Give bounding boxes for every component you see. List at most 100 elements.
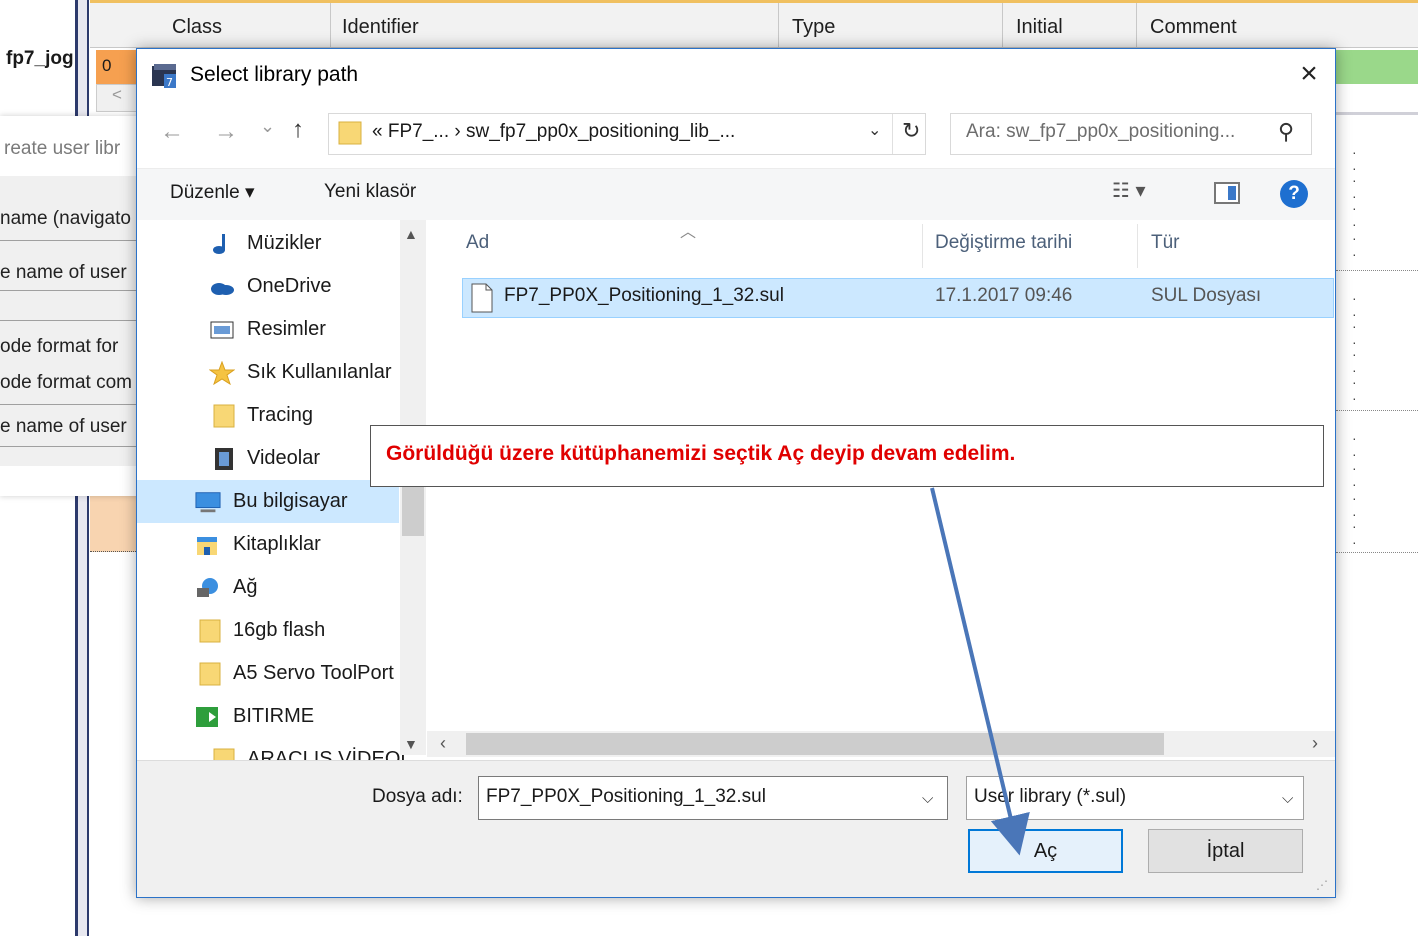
folder-icon <box>199 662 221 686</box>
background-green-cell <box>1334 50 1418 84</box>
scroll-right-icon[interactable]: › <box>1312 733 1318 754</box>
address-breadcrumb[interactable]: « FP7_... › sw_fp7_pp0x_positioning_lib_… <box>372 121 735 143</box>
filename-label: Dosya adı: <box>372 786 463 807</box>
nav-item-onedrive[interactable]: OneDrive <box>137 265 399 308</box>
nav-item-16gb-flash[interactable]: 16gb flash <box>137 609 399 652</box>
nav-item-label: Videolar <box>247 447 321 469</box>
scroll-left-icon[interactable]: ‹ <box>440 733 446 754</box>
recent-locations-button[interactable]: ⌄ <box>260 116 275 137</box>
nav-item-libraries[interactable]: Kitaplıklar <box>137 523 399 566</box>
view-options-icon[interactable]: ☷ ▾ <box>1112 178 1146 203</box>
nav-item-label: Sık Kullanılanlar <box>247 361 392 383</box>
close-button[interactable]: × <box>1292 58 1326 92</box>
nav-item-label: OneDrive <box>247 275 332 297</box>
column-header-type[interactable]: Type <box>792 16 835 39</box>
nav-item-label: Tracing <box>247 404 313 426</box>
background-row-number: 0 <box>96 50 138 84</box>
nav-item-a5-servo[interactable]: A5 Servo ToolPort <box>137 652 399 695</box>
up-button[interactable]: ↑ <box>292 116 304 144</box>
preview-pane-icon[interactable] <box>1214 182 1240 204</box>
background-dotted-rule <box>1336 410 1418 411</box>
search-placeholder: Ara: sw_fp7_pp0x_positioning... <box>966 121 1236 142</box>
create-divider <box>0 320 140 321</box>
nav-item-network[interactable]: Ağ <box>137 566 399 609</box>
column-separator[interactable] <box>1137 224 1138 268</box>
nav-item-label: Müzikler <box>247 232 322 254</box>
background-dots: · · <box>1352 230 1379 262</box>
nav-item-label: ARAÇLIS VİDEOL <box>247 748 412 760</box>
background-scroll-left-button[interactable]: < <box>96 84 138 112</box>
annotation-text: Görüldüğü üzere kütüphanemizi seçtik Aç … <box>386 442 1016 465</box>
column-header-type[interactable]: Tür <box>1151 232 1180 254</box>
filename-value[interactable]: FP7_PP0X_Positioning_1_32.sul <box>486 786 766 808</box>
sort-ascending-icon: ︿ <box>680 224 697 241</box>
create-field-label: ode format com <box>0 372 132 393</box>
column-header-class[interactable]: Class <box>172 16 222 39</box>
scroll-down-icon[interactable]: ▼ <box>404 736 418 752</box>
column-separator <box>778 3 779 48</box>
background-dots: · · <box>1352 200 1379 232</box>
address-divider <box>892 114 893 154</box>
nav-item-label: 16gb flash <box>233 619 326 641</box>
create-field-label: e name of user <box>0 416 127 437</box>
chevron-down-icon[interactable]: ⌵ <box>1282 790 1293 807</box>
column-header-name[interactable]: Ad <box>466 232 489 254</box>
nav-item-pictures[interactable]: Resimler <box>137 308 399 351</box>
cloud-icon <box>211 283 234 295</box>
dialog-title: Select library path <box>190 63 359 86</box>
nav-item-favorites[interactable]: Sık Kullanılanlar <box>137 351 399 394</box>
back-button[interactable]: ← <box>160 118 184 146</box>
nav-item-music[interactable]: Müzikler <box>137 222 399 265</box>
background-dotted-rule <box>1336 552 1418 553</box>
folder-icon <box>213 748 235 760</box>
file-list-scroll-thumb[interactable] <box>466 733 1164 755</box>
column-header-modified[interactable]: Değiştirme tarihi <box>935 232 1072 254</box>
create-divider <box>0 404 140 405</box>
chevron-down-icon[interactable]: ⌄ <box>868 120 881 140</box>
computer-icon <box>195 492 221 513</box>
column-header-identifier[interactable]: Identifier <box>342 16 419 39</box>
forward-button[interactable]: → <box>214 118 238 146</box>
new-folder-button[interactable]: Yeni klasör <box>324 181 416 203</box>
scroll-up-icon[interactable]: ▲ <box>404 226 418 242</box>
file-type: SUL Dosyası <box>1151 285 1262 306</box>
app-icon: 7 <box>152 64 176 89</box>
create-divider <box>0 290 140 291</box>
music-icon <box>213 234 225 254</box>
nav-item-araclis[interactable]: ARAÇLIS VİDEOL <box>137 738 412 760</box>
nav-item-label: A5 Servo ToolPort <box>233 662 394 684</box>
open-button[interactable]: Aç <box>968 829 1123 873</box>
file-icon <box>471 283 493 313</box>
cancel-button[interactable]: İptal <box>1148 829 1303 873</box>
svg-text:7: 7 <box>166 76 173 89</box>
column-header-comment[interactable]: Comment <box>1150 16 1237 39</box>
resize-grip-icon[interactable]: ⋰ <box>1316 878 1328 892</box>
chevron-down-icon[interactable]: ⌵ <box>922 790 933 807</box>
star-icon <box>209 361 235 385</box>
nav-item-tracing[interactable]: Tracing <box>137 394 399 437</box>
refresh-icon[interactable]: ↻ <box>902 118 920 144</box>
nav-item-label: Bu bilgisayar <box>233 490 348 512</box>
search-icon[interactable]: ⚲ <box>1278 119 1294 145</box>
create-field-label: name (navigato <box>0 208 131 229</box>
filetype-value[interactable]: User library (*.sul) <box>974 786 1126 808</box>
pictures-icon <box>210 321 234 339</box>
help-icon[interactable]: ? <box>1280 180 1308 208</box>
file-modified: 17.1.2017 09:46 <box>935 285 1073 306</box>
nav-item-label: BITIRME <box>233 705 315 727</box>
shortcut-icon <box>196 707 218 727</box>
background-dots: · · <box>1352 374 1379 406</box>
folder-icon <box>338 121 362 145</box>
create-field-label: e name of user <box>0 262 127 283</box>
background-dots: · · <box>1352 518 1379 550</box>
nav-item-bitirme[interactable]: BITIRME <box>137 695 399 738</box>
column-header-initial[interactable]: Initial <box>1016 16 1063 39</box>
nav-item-videos[interactable]: Videolar <box>137 437 399 480</box>
organize-menu-button[interactable]: Düzenle ▾ <box>170 181 255 204</box>
nav-item-this-pc[interactable]: Bu bilgisayar <box>137 480 399 523</box>
video-icon <box>215 448 233 470</box>
nav-pane-scroll-thumb[interactable] <box>402 484 424 536</box>
column-separator[interactable] <box>922 224 923 268</box>
background-dots: · · <box>1352 460 1379 492</box>
background-tab-label[interactable]: fp7_jog <box>6 48 74 70</box>
